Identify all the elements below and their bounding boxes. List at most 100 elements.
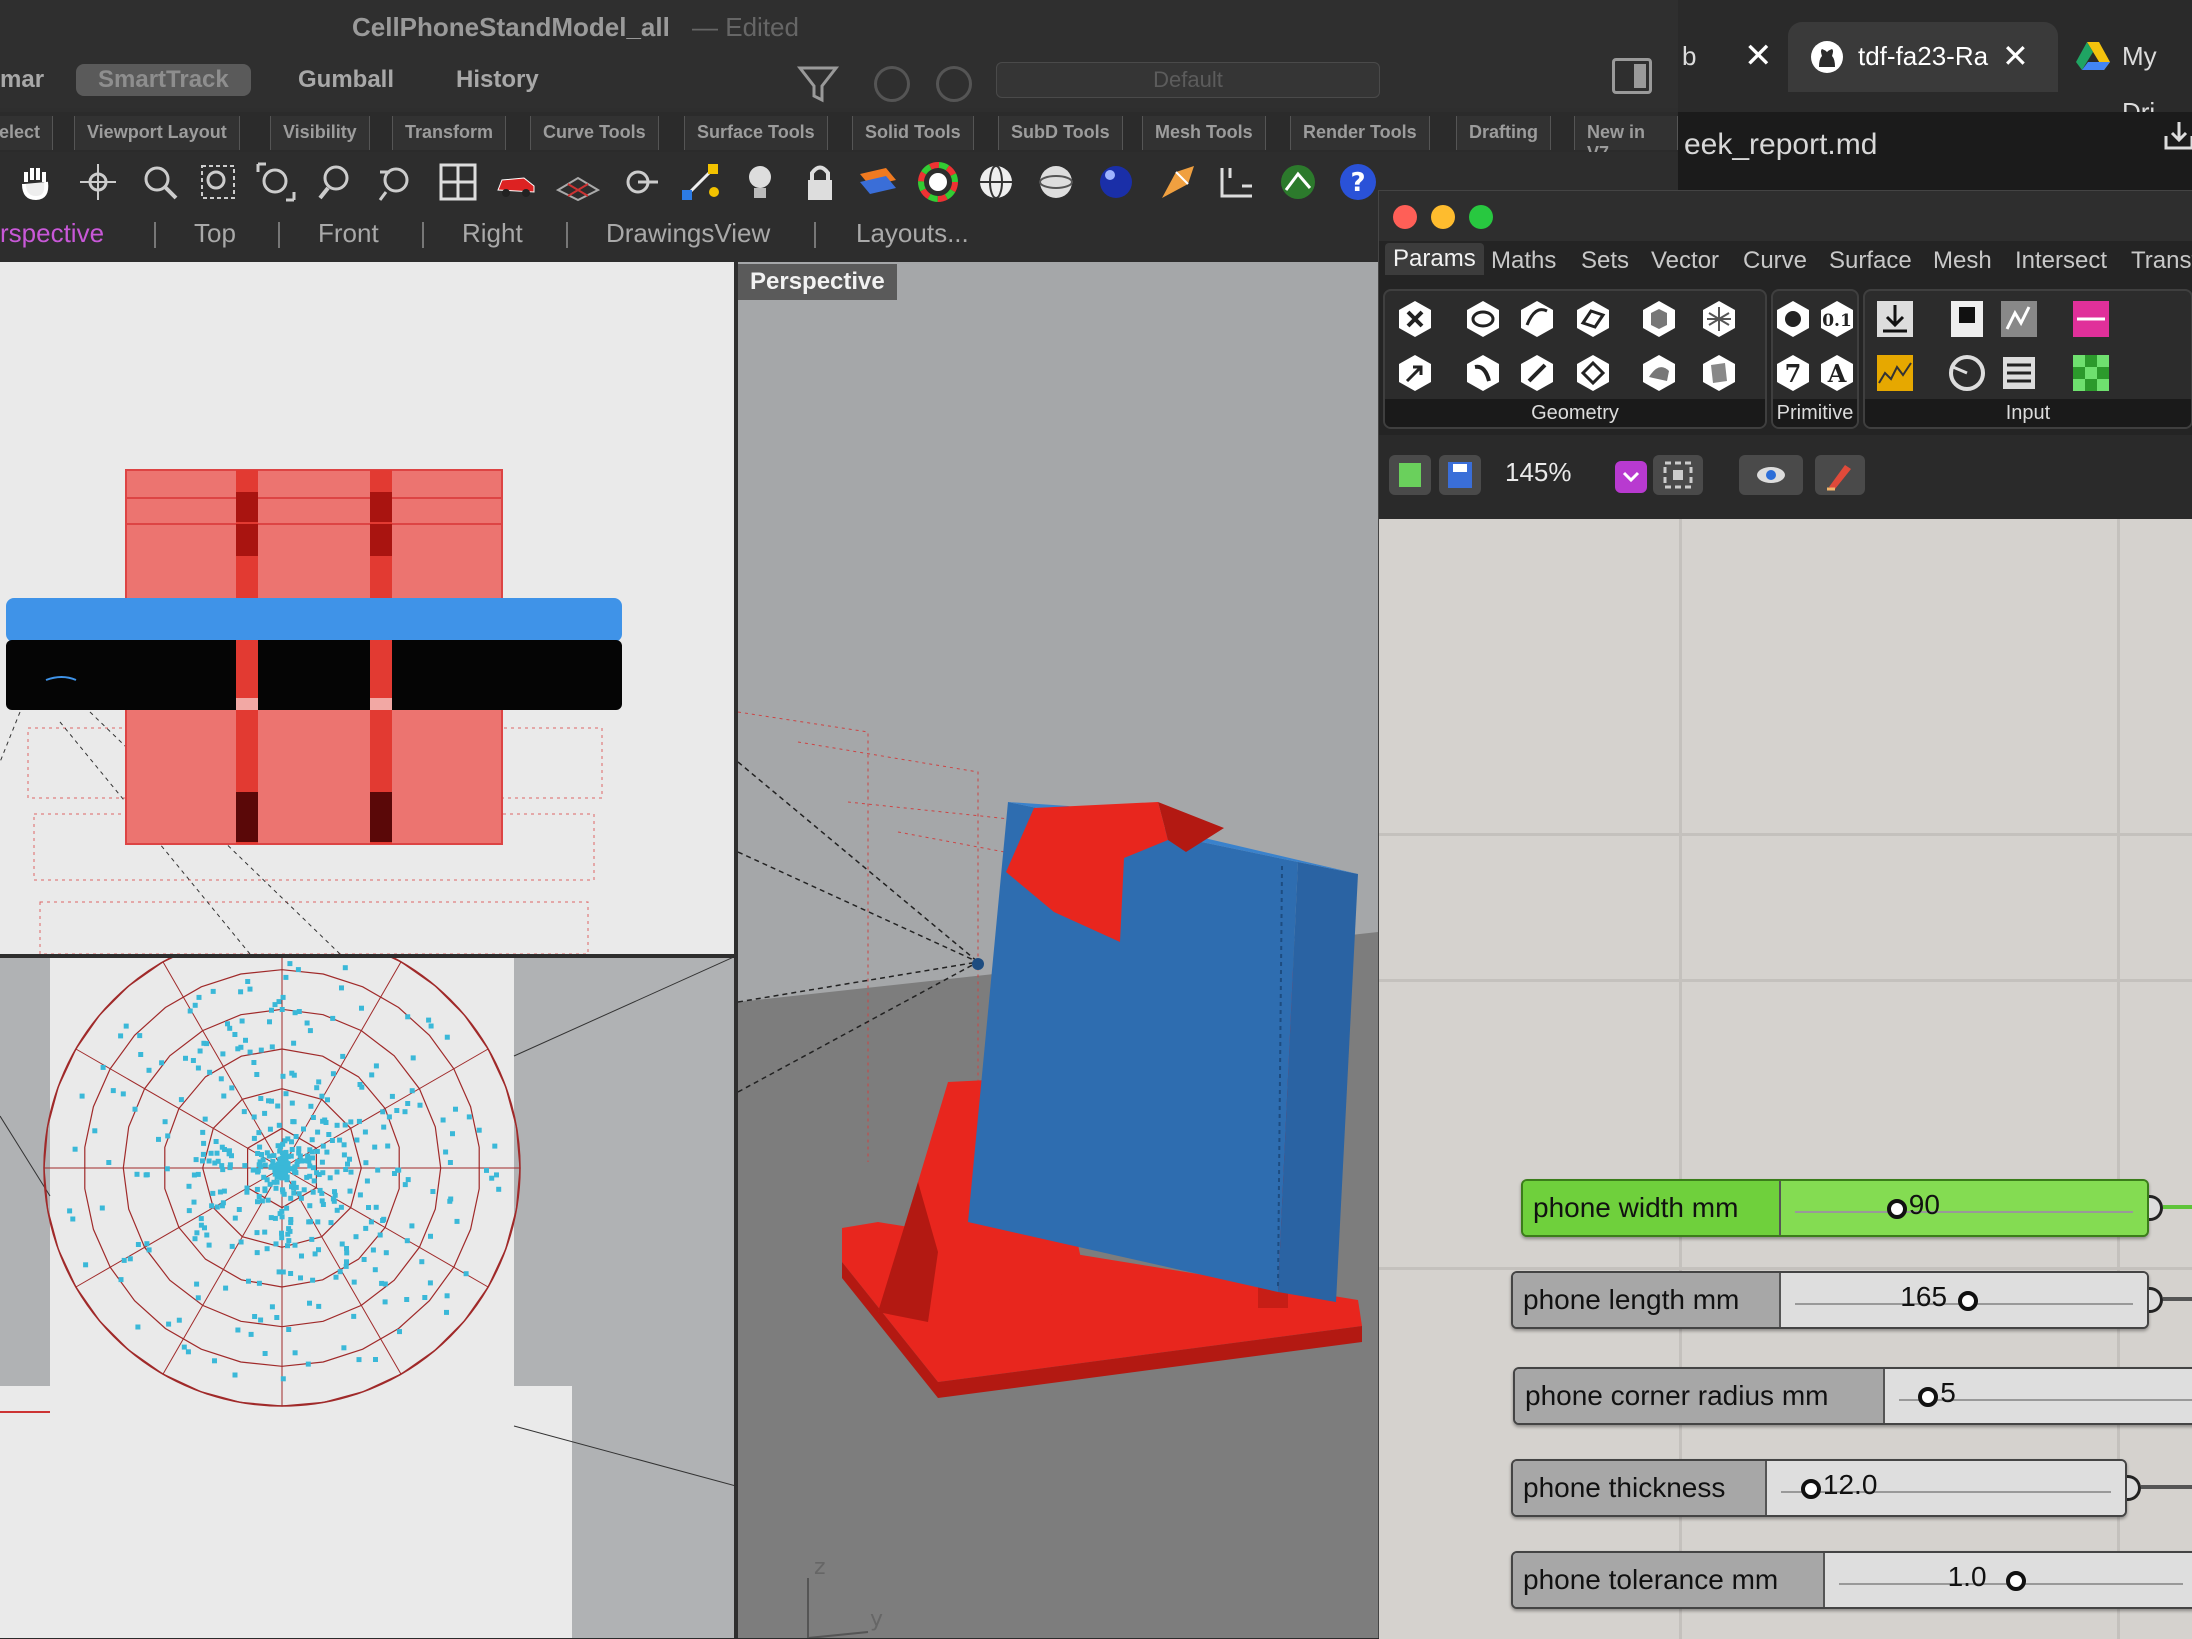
gh-tab-surface[interactable]: Surface: [1829, 247, 1912, 275]
gh-canvas[interactable]: phone width mm 90 phone length mm 165 ph…: [1379, 519, 2192, 1639]
gh-tab-transform[interactable]: Transf: [2131, 247, 2192, 275]
slider-phone-width[interactable]: phone width mm 90: [1521, 1179, 2149, 1237]
shaded-sphere-icon[interactable]: [1034, 160, 1078, 204]
gh-tab-sets[interactable]: Sets: [1581, 247, 1629, 275]
named-view-car-icon[interactable]: [494, 160, 538, 204]
four-viewports-icon[interactable]: [436, 160, 480, 204]
tab-viewport-layout[interactable]: Viewport Layout: [74, 116, 240, 150]
minimize-window-button[interactable]: [1431, 205, 1455, 229]
viewport-tab-layouts[interactable]: Layouts...: [856, 218, 969, 249]
circle-param-icon[interactable]: [1461, 297, 1505, 341]
slider-track[interactable]: 90: [1781, 1181, 2147, 1235]
mode-gumball[interactable]: Gumball: [298, 66, 394, 94]
viewport-tab-right[interactable]: Right: [462, 218, 523, 249]
light-bulb-icon[interactable]: [738, 160, 782, 204]
output-grip[interactable]: [2127, 1475, 2141, 1501]
gh-tab-params[interactable]: Params: [1385, 243, 1484, 275]
zoom-level[interactable]: 145%: [1505, 457, 1572, 488]
viewport-splitter[interactable]: [0, 954, 736, 958]
object-snap-icon[interactable]: [618, 160, 662, 204]
tab-surface-tools[interactable]: Surface Tools: [684, 116, 828, 150]
osnap-icon[interactable]: [874, 66, 910, 102]
box-param-icon[interactable]: [1637, 297, 1681, 341]
zoom-selected-icon[interactable]: [314, 160, 358, 204]
zoom-extents-icon[interactable]: [254, 160, 298, 204]
browser-tab-label[interactable]: tdf-fa23-Ra: [1858, 28, 1988, 84]
output-grip[interactable]: [2149, 1195, 2163, 1221]
slider-knob[interactable]: [2005, 1571, 2026, 1591]
gh-tab-vector[interactable]: Vector: [1651, 247, 1719, 275]
target-icon[interactable]: [936, 66, 972, 102]
rendered-sphere-icon[interactable]: [1094, 160, 1138, 204]
integer-param-icon[interactable]: 7: [1771, 351, 1815, 395]
value-list-icon[interactable]: [1997, 351, 2041, 395]
output-grip[interactable]: [2149, 1287, 2163, 1313]
tab-transform[interactable]: Transform: [392, 116, 507, 150]
geometry-param-icon[interactable]: [1393, 297, 1437, 341]
slider-phone-corner-radius[interactable]: phone corner radius mm 5: [1513, 1367, 2192, 1425]
viewport-tab-top[interactable]: Top: [194, 218, 236, 249]
slider-track[interactable]: 1.0: [1825, 1553, 2192, 1607]
slider-track[interactable]: 5: [1885, 1369, 2192, 1423]
material-icon[interactable]: [1156, 160, 1200, 204]
slider-knob[interactable]: [1958, 1291, 1979, 1311]
sketch-brush-icon[interactable]: [1815, 455, 1865, 495]
toggle-icon[interactable]: [1945, 297, 1989, 341]
point-param-icon[interactable]: [1571, 351, 1615, 395]
save-icon[interactable]: [1439, 455, 1481, 495]
tab-mesh-tools[interactable]: Mesh Tools: [1142, 116, 1266, 150]
gradient-icon[interactable]: [1997, 297, 2041, 341]
filter-icon[interactable]: [796, 62, 840, 106]
gumball-icon[interactable]: [678, 160, 722, 204]
rotate-view-icon[interactable]: [76, 160, 120, 204]
dial-icon[interactable]: [1945, 351, 1989, 395]
zoom-dropdown-icon[interactable]: [1615, 461, 1647, 493]
tab-curve-tools[interactable]: Curve Tools: [530, 116, 659, 150]
tab-solid-tools[interactable]: Solid Tools: [852, 116, 974, 150]
vector-param-icon[interactable]: [1393, 351, 1437, 395]
mode-history[interactable]: History: [456, 66, 539, 94]
tab-new-in-v7[interactable]: New in V7: [1574, 116, 1678, 163]
tab-render-tools[interactable]: Render Tools: [1290, 116, 1430, 150]
slider-knob[interactable]: [1918, 1387, 1939, 1407]
arc-param-icon[interactable]: [1515, 297, 1559, 341]
tab-visibility[interactable]: Visibility: [270, 116, 370, 150]
surface-param-icon[interactable]: [1697, 351, 1741, 395]
download-icon[interactable]: [2162, 118, 2192, 152]
text-param-icon[interactable]: A: [1815, 351, 1859, 395]
undo-view-icon[interactable]: [374, 160, 418, 204]
boolean-param-icon[interactable]: [1771, 297, 1815, 341]
help-icon[interactable]: ?: [1336, 160, 1380, 204]
colour-swatch-icon[interactable]: [2069, 297, 2113, 341]
preview-eye-icon[interactable]: [1739, 455, 1803, 495]
tab-subd-tools[interactable]: SubD Tools: [998, 116, 1123, 150]
wireframe-sphere-icon[interactable]: [974, 160, 1018, 204]
maximize-window-button[interactable]: [1469, 205, 1493, 229]
zoom-extents-canvas-icon[interactable]: [1653, 455, 1703, 495]
color-wheel-icon[interactable]: [916, 160, 960, 204]
brep-param-icon[interactable]: [1637, 351, 1681, 395]
curve-param-icon[interactable]: [1461, 351, 1505, 395]
viewport-tab-drawingsview[interactable]: DrawingsView: [606, 218, 770, 249]
grasshopper-icon[interactable]: [1276, 160, 1320, 204]
lock-icon[interactable]: [798, 160, 842, 204]
close-window-button[interactable]: [1393, 205, 1417, 229]
slider-knob[interactable]: [1800, 1479, 1821, 1499]
slider-knob[interactable]: [1886, 1199, 1907, 1219]
zoom-window-icon[interactable]: [196, 160, 240, 204]
slider-phone-tolerance[interactable]: phone tolerance mm 1.0: [1511, 1551, 2192, 1609]
colour-picker-icon[interactable]: [2069, 351, 2113, 395]
viewport-front[interactable]: [0, 956, 736, 1638]
number-param-icon[interactable]: 0.1: [1815, 297, 1859, 341]
dimension-icon[interactable]: [1216, 160, 1260, 204]
close-tab-icon[interactable]: ✕: [1744, 28, 1773, 84]
slider-phone-length[interactable]: phone length mm 165: [1511, 1271, 2149, 1329]
line-param-icon[interactable]: [1515, 351, 1559, 395]
viewport-perspective[interactable]: z y: [738, 262, 1378, 1638]
layer-selector[interactable]: Default: [996, 62, 1380, 98]
gh-tab-curve[interactable]: Curve: [1743, 247, 1807, 275]
panel-toggle-icon[interactable]: [1612, 58, 1652, 94]
cplane-icon[interactable]: [556, 160, 600, 204]
gh-tab-intersect[interactable]: Intersect: [2015, 247, 2107, 275]
close-tab-icon[interactable]: ✕: [2002, 28, 2029, 84]
